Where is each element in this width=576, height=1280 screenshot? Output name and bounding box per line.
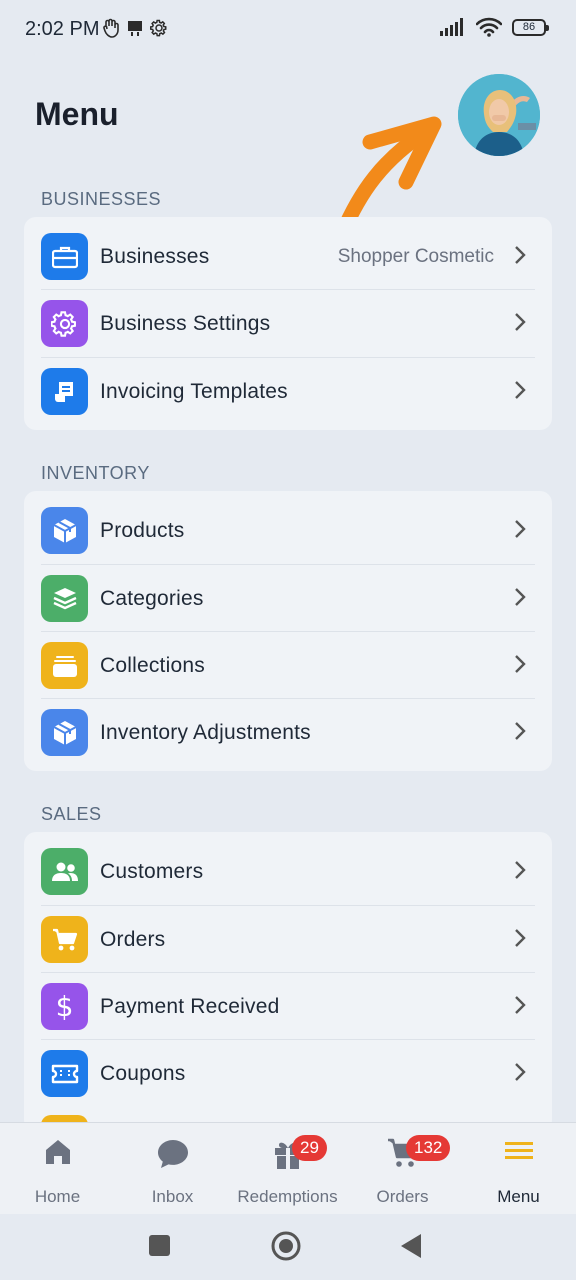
businesses-card: Businesses Shopper Cosmetic Business Set…	[24, 217, 552, 430]
signal-icon	[440, 18, 463, 36]
nav-label: Redemptions	[237, 1187, 338, 1206]
nav-orders[interactable]: 132 Orders	[345, 1123, 460, 1215]
current-business-value: Shopper Cosmetic	[337, 245, 494, 267]
collection-icon	[41, 642, 88, 689]
chevron-right-icon	[515, 722, 526, 740]
status-time: 2:02 PM	[25, 18, 100, 40]
nav-label: Orders	[376, 1187, 429, 1206]
nav-home[interactable]: Home	[0, 1123, 115, 1215]
status-bar: 2:02 PM 86	[0, 0, 576, 58]
gear-icon	[41, 300, 88, 347]
menu-item-businesses[interactable]: Businesses Shopper Cosmetic	[24, 223, 552, 290]
inventory-card: Products Categories Collections Inventor…	[24, 491, 552, 771]
menu-item-label: Collections	[100, 653, 205, 677]
layers-icon	[41, 575, 88, 622]
menu-item-label: Payment Received	[100, 994, 280, 1018]
section-title-businesses: BUSINESSES	[41, 189, 162, 209]
menu-item-inventory-adjustments[interactable]: Inventory Adjustments	[24, 699, 552, 766]
nav-label: Menu	[497, 1187, 540, 1206]
menu-item-customers[interactable]: Customers	[24, 838, 552, 905]
battery-level: 86	[522, 21, 536, 33]
menu-item-products[interactable]: Products	[24, 497, 552, 564]
home-icon	[45, 1140, 70, 1164]
home-circle-icon[interactable]	[270, 1230, 302, 1262]
cart-icon	[41, 916, 88, 963]
briefcase-icon	[41, 233, 88, 280]
menu-item-invoicing-templates[interactable]: Invoicing Templates	[24, 358, 552, 425]
nav-menu[interactable]: Menu	[461, 1123, 576, 1215]
chevron-right-icon	[515, 1063, 526, 1081]
menu-item-label: Inventory Adjustments	[100, 720, 311, 744]
dollar-icon: $	[41, 983, 88, 1030]
section-title-inventory: INVENTORY	[41, 463, 150, 483]
chevron-right-icon	[515, 655, 526, 673]
chat-icon	[157, 1140, 188, 1168]
menu-item-label: Business Settings	[100, 311, 271, 335]
settings-gear-icon	[150, 19, 167, 37]
nav-label: Home	[34, 1187, 81, 1206]
menu-item-label: Customers	[100, 859, 204, 883]
sales-card: Customers Orders $ Payment Received Coup…	[24, 832, 552, 1135]
box-icon	[41, 507, 88, 554]
nav-redemptions[interactable]: 29 Redemptions	[230, 1123, 345, 1215]
menu-item-orders[interactable]: Orders	[24, 906, 552, 973]
menu-item-payment-received[interactable]: $ Payment Received	[24, 973, 552, 1040]
users-icon	[41, 848, 88, 895]
chevron-right-icon	[515, 929, 526, 947]
nav-label: Inbox	[151, 1187, 194, 1206]
menu-item-label: Businesses	[100, 244, 210, 268]
menu-item-business-settings[interactable]: Business Settings	[24, 290, 552, 357]
profile-avatar[interactable]	[458, 74, 540, 156]
chevron-right-icon	[515, 520, 526, 538]
chevron-right-icon	[515, 588, 526, 606]
orders-badge: 132	[406, 1135, 451, 1161]
menu-item-collections[interactable]: Collections	[24, 632, 552, 699]
menu-item-coupons[interactable]: Coupons	[24, 1040, 552, 1107]
hamburger-icon	[504, 1142, 533, 1159]
menu-item-label: Invoicing Templates	[100, 379, 288, 403]
page-title: Menu	[35, 96, 119, 132]
redemptions-badge: 29	[292, 1135, 327, 1161]
back-icon[interactable]	[400, 1233, 422, 1259]
battery-indicator: 86	[512, 18, 549, 36]
menu-item-label: Categories	[100, 586, 204, 610]
menu-item-categories[interactable]: Categories	[24, 565, 552, 632]
menu-item-label: Products	[100, 518, 185, 542]
bottom-navigation: Home Inbox 29 Redemptions 132 Orders Men…	[0, 1122, 576, 1215]
receipt-icon	[41, 368, 88, 415]
section-title-sales: SALES	[41, 804, 102, 824]
chevron-right-icon	[515, 313, 526, 331]
ticket-icon	[41, 1050, 88, 1097]
nav-inbox[interactable]: Inbox	[115, 1123, 230, 1215]
chevron-right-icon	[515, 381, 526, 399]
menu-item-label: Coupons	[100, 1061, 186, 1085]
gesture-icon	[103, 18, 119, 38]
chevron-right-icon	[515, 996, 526, 1014]
chevron-right-icon	[515, 246, 526, 264]
menu-item-label: Orders	[100, 927, 166, 951]
box-icon	[41, 709, 88, 756]
chevron-right-icon	[515, 861, 526, 879]
wifi-icon	[476, 17, 502, 37]
recents-icon[interactable]	[148, 1234, 171, 1257]
system-navigation-bar	[0, 1214, 576, 1280]
cast-icon	[128, 21, 142, 36]
avatar-image	[458, 74, 540, 156]
